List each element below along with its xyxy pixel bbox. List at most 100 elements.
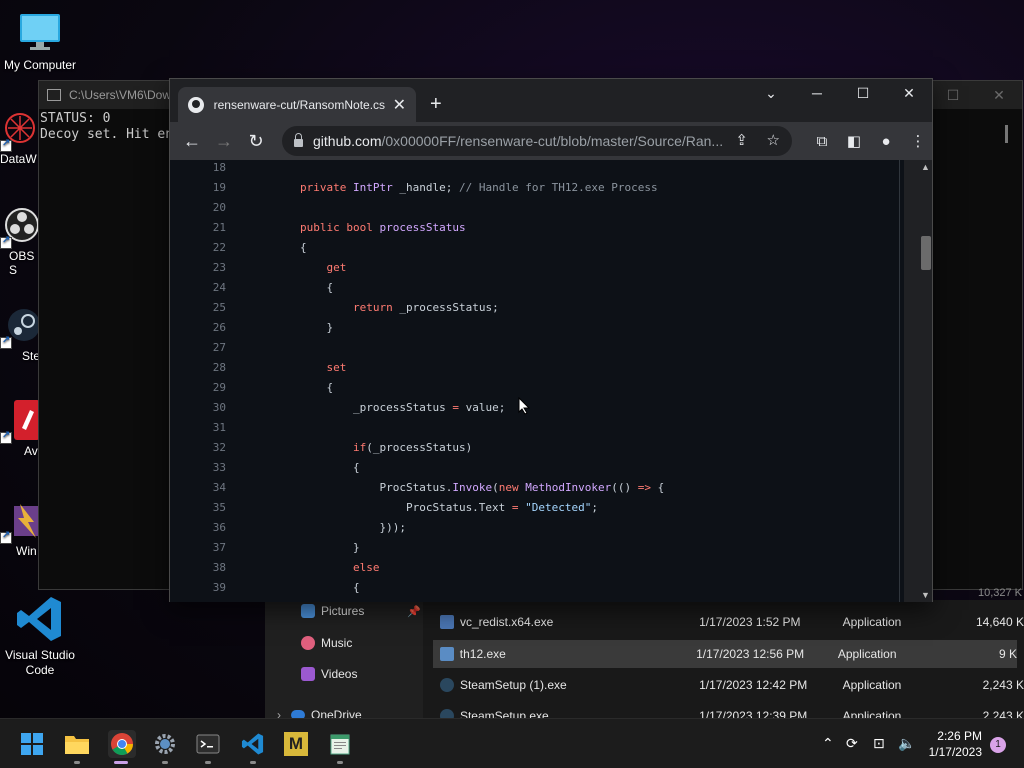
close-button[interactable]: ✕: [886, 79, 932, 109]
desktop-icon-label: My Computer: [3, 58, 77, 72]
line-number[interactable]: 35: [170, 498, 226, 518]
line-number[interactable]: 22: [170, 238, 226, 258]
line-number[interactable]: 33: [170, 458, 226, 478]
line-number[interactable]: 18: [170, 160, 226, 178]
desktop-icon-winrar[interactable]: Win: [0, 500, 40, 558]
window-controls: ⌄ ─ ☐ ✕: [748, 79, 932, 109]
code-text: }: [300, 321, 334, 334]
share-icon[interactable]: ⇪: [735, 131, 748, 149]
desktop-icon-antivirus[interactable]: Av: [0, 400, 40, 458]
nav-item-pictures[interactable]: Pictures 📌: [301, 604, 421, 618]
line-number[interactable]: 30: [170, 398, 226, 418]
url-text[interactable]: github.com/0x00000FF/rensenware-cut/blob…: [313, 133, 723, 149]
code-line: 29 {: [170, 378, 900, 398]
nav-item-videos[interactable]: Videos: [301, 667, 357, 681]
tab-active[interactable]: rensenware-cut/RansomNote.cs ✕: [178, 87, 416, 122]
extensions-icon[interactable]: ⧉: [806, 133, 838, 150]
line-number[interactable]: 20: [170, 198, 226, 218]
desktop-icon-vscode[interactable]: Visual Studio Code: [0, 594, 80, 678]
scroll-up-icon[interactable]: ▲: [921, 162, 930, 172]
back-button[interactable]: ←: [176, 131, 208, 152]
notepad-taskbar-icon[interactable]: [328, 732, 352, 756]
explorer-nav-pane: Pictures 📌 Music Videos › OneDrive: [265, 600, 423, 722]
start-button[interactable]: [20, 732, 44, 756]
chrome-window[interactable]: rensenware-cut/RansomNote.cs ✕ + ⌄ ─ ☐ ✕…: [169, 78, 933, 602]
menu-icon[interactable]: ⋮: [902, 132, 934, 150]
desktop-icon-datawrapper[interactable]: DataW: [0, 108, 40, 166]
code-text: }));: [300, 521, 406, 534]
line-number[interactable]: 19: [170, 178, 226, 198]
code-viewer[interactable]: 18 19 private IntPtr _handle; // Handle fo…: [170, 160, 932, 602]
new-tab-button[interactable]: +: [430, 93, 442, 116]
scroll-down-icon[interactable]: ▼: [921, 590, 930, 600]
line-number[interactable]: 37: [170, 538, 226, 558]
file-explorer-window[interactable]: Pictures 📌 Music Videos › OneDrive vc_re…: [265, 600, 1024, 723]
line-number[interactable]: 31: [170, 418, 226, 438]
tab-strip[interactable]: rensenware-cut/RansomNote.cs ✕ + ⌄ ─ ☐ ✕: [170, 79, 932, 122]
code-text: if(_processStatus): [352, 441, 473, 454]
antivirus-icon: [0, 400, 40, 444]
file-date: 1/17/2023 12:56 PM: [696, 647, 805, 661]
vscode-taskbar-icon[interactable]: [241, 732, 265, 756]
network-icon[interactable]: ⊡: [873, 735, 885, 752]
file-row[interactable]: SteamSetup (1).exe 1/17/2023 12:42 PM Ap…: [440, 671, 1024, 699]
minimize-button[interactable]: ─: [794, 79, 840, 109]
code-text: else: [352, 561, 380, 574]
code-divider: [899, 160, 900, 602]
chrome-taskbar-icon[interactable]: [108, 730, 136, 758]
maximize-button[interactable]: ☐: [840, 79, 886, 109]
terminal-taskbar-icon[interactable]: [196, 732, 220, 756]
code-line: 32 if(_processStatus): [170, 438, 900, 458]
scroll-thumb[interactable]: [921, 236, 931, 270]
tab-search-button[interactable]: ⌄: [748, 79, 794, 109]
line-number[interactable]: 39: [170, 578, 226, 598]
code-text: }: [300, 541, 360, 554]
profile-icon[interactable]: ●: [870, 133, 902, 150]
page-scrollbar[interactable]: ▲ ▼: [904, 160, 932, 602]
line-number[interactable]: 34: [170, 478, 226, 498]
line-number[interactable]: 29: [170, 378, 226, 398]
notification-badge[interactable]: 1: [990, 737, 1006, 753]
line-number[interactable]: 32: [170, 438, 226, 458]
line-number[interactable]: 38: [170, 558, 226, 578]
desktop-icon-obs[interactable]: OBS S: [0, 205, 40, 277]
lock-icon[interactable]: [294, 133, 303, 147]
clock[interactable]: 2:26 PM 1/17/2023: [929, 728, 982, 760]
m-logo-icon: M: [288, 734, 304, 753]
file-row[interactable]: vc_redist.x64.exe 1/17/2023 1:52 PM Appl…: [440, 608, 1024, 636]
volume-icon[interactable]: 🔈: [898, 735, 915, 752]
code-text: {: [300, 241, 307, 254]
maximize-button[interactable]: ☐: [930, 81, 976, 109]
malwarebytes-taskbar-icon[interactable]: M: [284, 732, 308, 756]
reload-button[interactable]: ↻: [240, 131, 272, 152]
show-hidden-icons-chevron-icon[interactable]: ⌃: [822, 735, 834, 752]
side-panel-icon[interactable]: ◧: [838, 132, 870, 150]
settings-taskbar-icon[interactable]: [153, 732, 177, 756]
console-app-icon: [47, 89, 61, 101]
line-number[interactable]: 21: [170, 218, 226, 238]
file-row-selected[interactable]: th12.exe 1/17/2023 12:56 PM Application …: [433, 640, 1017, 668]
line-number[interactable]: 28: [170, 358, 226, 378]
line-number[interactable]: 23: [170, 258, 226, 278]
line-number[interactable]: 36: [170, 518, 226, 538]
file-explorer-taskbar-icon[interactable]: [64, 732, 89, 756]
file-size: 2,243 K: [982, 678, 1024, 692]
running-indicator: [337, 761, 343, 764]
address-bar[interactable]: github.com/0x00000FF/rensenware-cut/blob…: [282, 126, 792, 156]
line-number[interactable]: 24: [170, 278, 226, 298]
forward-button[interactable]: →: [208, 131, 240, 152]
line-number[interactable]: 26: [170, 318, 226, 338]
sync-icon[interactable]: ⟳: [846, 735, 858, 752]
console-scrollbar[interactable]: [1005, 125, 1008, 143]
close-button[interactable]: ✕: [976, 81, 1022, 109]
line-number[interactable]: 25: [170, 298, 226, 318]
desktop-icon-my-computer[interactable]: My Computer: [0, 10, 80, 72]
nav-item-music[interactable]: Music: [301, 636, 352, 650]
bookmark-star-icon[interactable]: ☆: [767, 131, 780, 149]
file-type: Application: [842, 678, 902, 692]
tab-close-button[interactable]: ✕: [393, 95, 406, 115]
desktop-icon-steam[interactable]: Ste: [0, 305, 40, 363]
file-type: Application: [842, 615, 902, 629]
line-number[interactable]: 27: [170, 338, 226, 358]
code-text: private IntPtr _handle; // Handle for TH…: [300, 181, 658, 194]
